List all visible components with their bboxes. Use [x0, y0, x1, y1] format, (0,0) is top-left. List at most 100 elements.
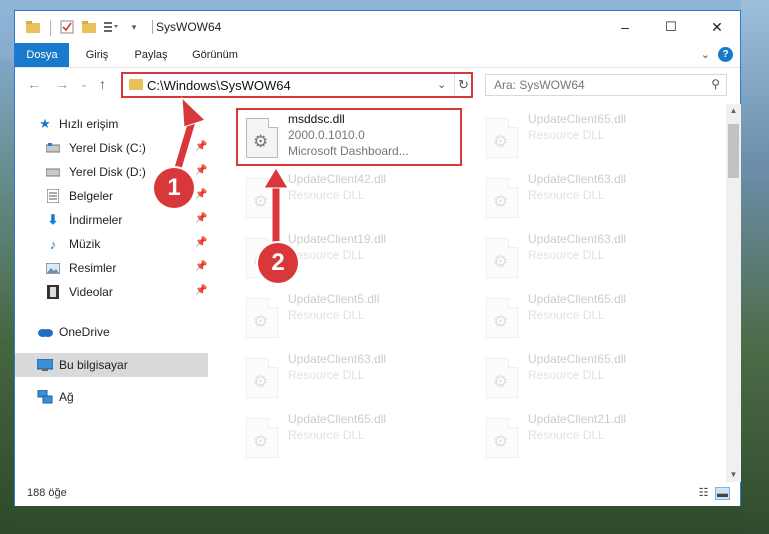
- dll-file-icon: ⚙: [246, 298, 278, 338]
- chevron-down-icon[interactable]: ▾: [127, 19, 141, 35]
- sidebar-item-label: Resimler: [69, 261, 117, 275]
- file-name: UpdateClient65.dll: [528, 112, 627, 126]
- sidebar-item-label: Videolar: [69, 285, 113, 299]
- file-item[interactable]: ⚙ UpdateClient65.dll Resource DLL: [238, 410, 464, 468]
- file-type: Resource DLL: [528, 308, 605, 322]
- search-icon[interactable]: ⚲: [711, 77, 720, 91]
- file-item[interactable]: ⚙ UpdateClient65.dll Resource DLL: [478, 350, 704, 408]
- address-path[interactable]: C:\Windows\SysWOW64: [147, 78, 291, 93]
- search-input[interactable]: Ara: SysWOW64 ⚲: [485, 74, 727, 96]
- file-name: UpdateClient65.dll: [528, 352, 627, 366]
- scroll-up-icon[interactable]: ▲: [726, 104, 741, 118]
- dll-file-icon: ⚙: [486, 178, 518, 218]
- file-item[interactable]: ⚙ UpdateClient65.dll Resource DLL: [478, 290, 704, 348]
- pin-icon[interactable]: 📌: [195, 189, 207, 200]
- tab-view[interactable]: Görünüm: [189, 43, 241, 67]
- sidebar-item-label: Yerel Disk (D:): [69, 165, 146, 179]
- file-type: Resource DLL: [288, 368, 365, 382]
- file-item[interactable]: ⚙ UpdateClient65.dll Resource DLL: [478, 110, 704, 168]
- pin-icon[interactable]: 📌: [195, 141, 207, 152]
- pin-icon[interactable]: 📌: [195, 261, 207, 272]
- scrollbar-thumb[interactable]: [728, 124, 739, 178]
- downloads-icon: ⬇: [47, 212, 59, 227]
- file-item[interactable]: ⚙ UpdateClient42.dll Resource DLL: [238, 170, 464, 228]
- help-icon[interactable]: ?: [718, 47, 733, 62]
- gear-icon: ⚙: [493, 372, 509, 391]
- file-item-msddsc[interactable]: ⚙ msddsc.dll 2000.0.1010.0 Microsoft Das…: [236, 108, 462, 166]
- details-view-icon[interactable]: ☷: [696, 487, 711, 500]
- pin-icon[interactable]: 📌: [195, 213, 207, 224]
- sidebar-item-label: OneDrive: [59, 325, 110, 339]
- file-type: Resource DLL: [528, 368, 605, 382]
- sidebar-item-videos[interactable]: Videolar 📌: [15, 280, 208, 304]
- address-bar[interactable]: C:\Windows\SysWOW64 ⌄ ↻: [121, 72, 473, 98]
- dll-file-icon: ⚙: [246, 178, 278, 218]
- chevron-down-icon[interactable]: ⌄: [437, 78, 446, 91]
- file-type: Resource DLL: [288, 428, 365, 442]
- file-name: UpdateClient21.dll: [528, 412, 627, 426]
- tab-file[interactable]: Dosya: [15, 43, 69, 67]
- pin-icon[interactable]: 📌: [195, 165, 207, 176]
- file-item[interactable]: ⚙ UpdateClient5.dll Resource DLL: [238, 290, 464, 348]
- gear-icon: ⚙: [253, 132, 269, 151]
- desktop-background-right: [741, 0, 769, 534]
- file-type: Resource DLL: [528, 248, 605, 262]
- folder-icon[interactable]: [25, 19, 41, 35]
- sidebar-item-network[interactable]: Ağ: [15, 385, 208, 409]
- up-arrow-icon[interactable]: ↑: [99, 76, 106, 92]
- pin-icon[interactable]: 📌: [195, 237, 207, 248]
- sidebar-item-music[interactable]: ♪ Müzik 📌: [15, 232, 208, 256]
- refresh-icon[interactable]: ↻: [454, 74, 472, 96]
- sidebar-item-pictures[interactable]: Resimler 📌: [15, 256, 208, 280]
- customize-icon[interactable]: [103, 19, 119, 35]
- back-arrow-icon[interactable]: ←: [27, 76, 41, 92]
- large-icons-view-icon[interactable]: ▬: [715, 487, 730, 500]
- file-item[interactable]: ⚙ UpdateClient63.dll Resource DLL: [478, 170, 704, 228]
- file-explorer-window: │ ▾ SysWOW64 – ☐ ✕ Dosya Giriş Paylaş Gö…: [14, 10, 741, 506]
- sidebar-item-this-pc[interactable]: Bu bilgisayar: [15, 353, 208, 377]
- ribbon-expand-icon[interactable]: ⌄: [701, 48, 710, 61]
- file-type: Resource DLL: [528, 128, 605, 142]
- file-type: Resource DLL: [528, 428, 605, 442]
- properties-icon[interactable]: [59, 19, 75, 35]
- file-description: Microsoft Dashboard...: [288, 144, 409, 158]
- sidebar-item-label: Belgeler: [69, 189, 114, 203]
- recent-locations-icon[interactable]: ⌄: [80, 79, 88, 90]
- sidebar-item-onedrive[interactable]: OneDrive: [15, 320, 208, 344]
- minimize-button[interactable]: –: [602, 11, 648, 43]
- maximize-button[interactable]: ☐: [648, 11, 694, 43]
- drive-icon: [45, 164, 61, 180]
- dll-file-icon: ⚙: [486, 298, 518, 338]
- dll-file-icon: ⚙: [486, 118, 518, 158]
- network-icon: [37, 389, 53, 405]
- folder-icon: [129, 79, 143, 90]
- file-type: Resource DLL: [528, 188, 605, 202]
- file-item[interactable]: ⚙ UpdateClient63.dll Resource DLL: [478, 230, 704, 288]
- sidebar-item-quick-access[interactable]: ★ Hızlı erişim: [15, 112, 208, 136]
- file-name: UpdateClient63.dll: [288, 352, 387, 366]
- file-name: UpdateClient19.dll: [288, 232, 387, 246]
- gear-icon: ⚙: [253, 432, 269, 451]
- drive-icon: [45, 140, 61, 156]
- sidebar-item-disk-c[interactable]: Yerel Disk (C:) 📌: [15, 136, 208, 160]
- file-type: Resource DLL: [288, 188, 365, 202]
- scroll-down-icon[interactable]: ▼: [726, 468, 741, 482]
- close-button[interactable]: ✕: [694, 11, 740, 43]
- cloud-icon: [37, 324, 53, 340]
- gear-icon: ⚙: [493, 132, 509, 151]
- file-name: UpdateClient63.dll: [528, 172, 627, 186]
- tab-share[interactable]: Paylaş: [129, 43, 173, 67]
- file-item[interactable]: ⚙ UpdateClient21.dll Resource DLL: [478, 410, 704, 468]
- file-type: Resource DLL: [288, 248, 365, 262]
- forward-arrow-icon[interactable]: →: [55, 76, 69, 92]
- sidebar-item-label: Bu bilgisayar: [59, 358, 128, 372]
- dll-file-icon: ⚙: [486, 358, 518, 398]
- file-item[interactable]: ⚙ UpdateClient63.dll Resource DLL: [238, 350, 464, 408]
- vertical-scrollbar[interactable]: ▲ ▼: [726, 104, 741, 482]
- sidebar-item-downloads[interactable]: ⬇ İndirmeler 📌: [15, 208, 208, 232]
- new-folder-icon[interactable]: [81, 19, 97, 35]
- music-icon: ♪: [49, 236, 57, 252]
- dll-file-icon: ⚙: [246, 358, 278, 398]
- tab-home[interactable]: Giriş: [79, 43, 115, 67]
- pin-icon[interactable]: 📌: [195, 285, 207, 296]
